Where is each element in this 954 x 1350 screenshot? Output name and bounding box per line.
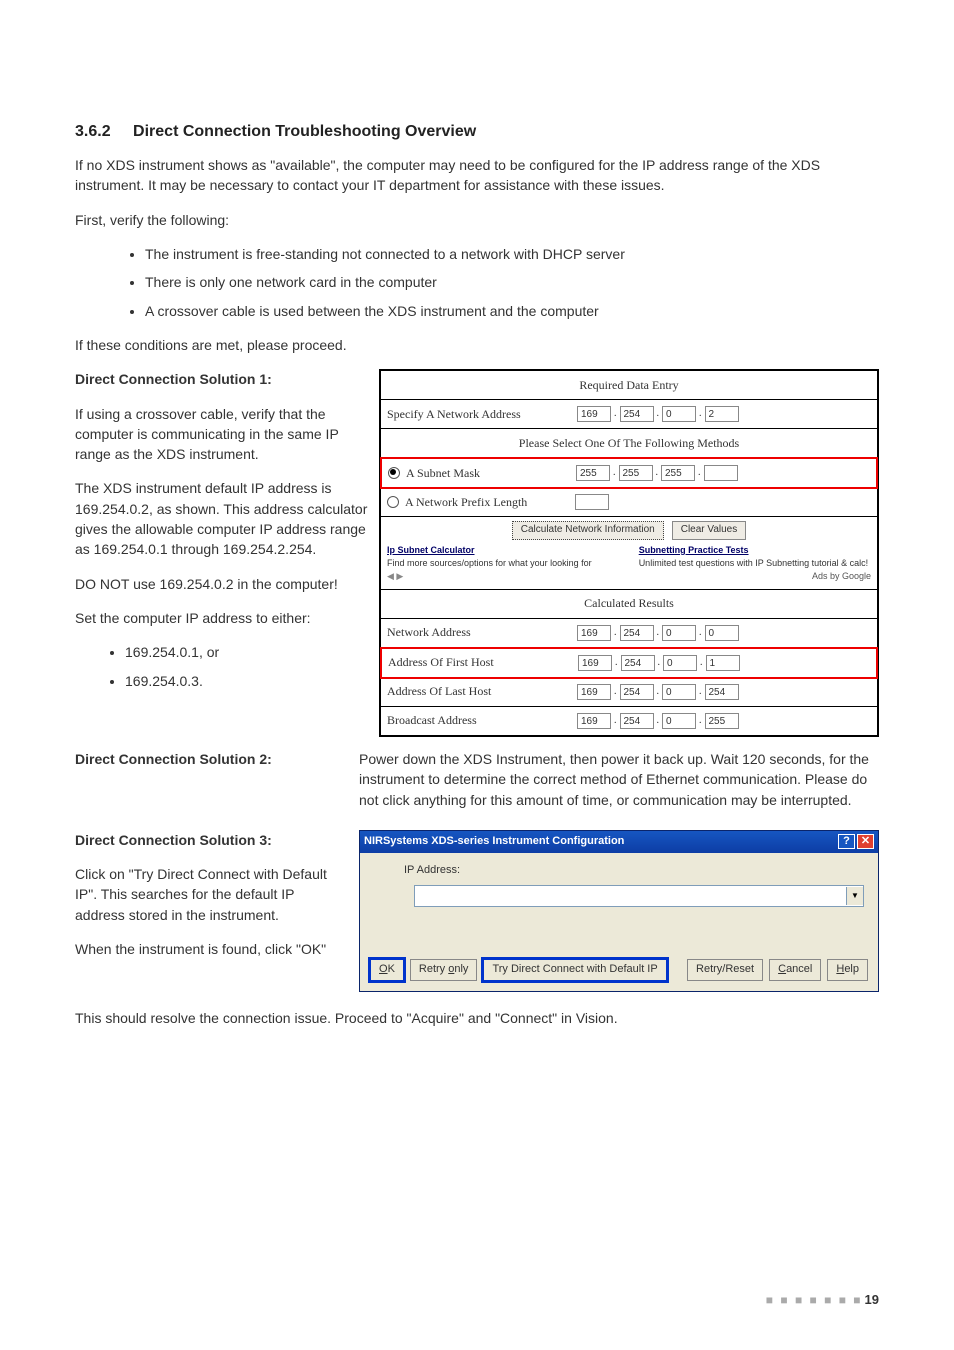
instrument-config-dialog: NIRSystems XDS-series Instrument Configu… <box>359 830 879 992</box>
octet-input[interactable]: 254 <box>620 406 654 422</box>
solution2-heading: Direct Connection Solution 2: <box>75 749 335 769</box>
octet-input[interactable]: 2 <box>705 406 739 422</box>
calc-header: Required Data Entry <box>381 371 877 400</box>
prefix-input[interactable] <box>575 494 609 510</box>
result-label: Network Address <box>387 624 577 641</box>
ads-by-google: Ads by Google <box>639 570 871 583</box>
intro-paragraph-1: If no XDS instrument shows as "available… <box>75 155 879 196</box>
ip-calculator-panel: Required Data Entry Specify A Network Ad… <box>379 369 879 737</box>
result-octet: 0 <box>662 684 696 700</box>
result-octet: 169 <box>577 684 611 700</box>
result-octet: 0 <box>705 625 739 641</box>
calc-subheader: Please Select One Of The Following Metho… <box>381 429 877 458</box>
retry-only-button[interactable]: Retry only <box>410 959 478 981</box>
calc-results-header: Calculated Results <box>381 590 877 619</box>
result-octet: 0 <box>662 625 696 641</box>
ad-link[interactable]: Subnetting Practice Tests <box>639 545 749 555</box>
ad-subtext: Find more sources/options for what your … <box>387 558 592 568</box>
result-octet: 254 <box>705 684 739 700</box>
page-number-dots: ■ ■ ■ ■ ■ ■ ■ <box>766 1292 863 1309</box>
list-item: 169.254.0.1, or <box>125 642 370 662</box>
list-item: There is only one network card in the co… <box>145 272 879 292</box>
subnet-mask-label: A Subnet Mask <box>406 465 576 482</box>
radio-prefix-length[interactable] <box>387 496 399 508</box>
prefix-length-label: A Network Prefix Length <box>405 494 575 511</box>
octet-input[interactable]: 255 <box>661 465 695 481</box>
help-button[interactable]: Help <box>827 959 868 981</box>
intro-paragraph-2: First, verify the following: <box>75 210 879 230</box>
section-number: 3.6.2 <box>75 123 111 140</box>
result-octet: 0 <box>663 655 697 671</box>
octet-input[interactable]: 0 <box>662 406 696 422</box>
result-octet: 169 <box>577 713 611 729</box>
retry-reset-button[interactable]: Retry/Reset <box>687 959 763 981</box>
list-item: 169.254.0.3. <box>125 671 370 691</box>
solution3-text: When the instrument is found, click "OK" <box>75 939 335 959</box>
result-label: Address Of Last Host <box>387 683 577 700</box>
clear-values-button[interactable]: Clear Values <box>672 521 747 540</box>
result-octet: 254 <box>620 684 654 700</box>
closing-paragraph: This should resolve the connection issue… <box>75 1008 879 1028</box>
cancel-button[interactable]: Cancel <box>769 959 821 981</box>
result-label: Broadcast Address <box>387 712 577 729</box>
ip-address-label: IP Address: <box>404 863 464 879</box>
page-number: ■ ■ ■ ■ ■ ■ ■ 19 <box>766 1291 879 1310</box>
result-octet: 169 <box>577 625 611 641</box>
ip-address-dropdown[interactable]: ▼ <box>414 885 864 907</box>
result-octet: 1 <box>706 655 740 671</box>
list-item: A crossover cable is used between the XD… <box>145 301 879 321</box>
specify-address-label: Specify A Network Address <box>387 406 577 423</box>
result-label: Address Of First Host <box>388 654 578 671</box>
ok-button[interactable]: OK <box>370 959 404 981</box>
octet-input[interactable]: 255 <box>576 465 610 481</box>
calculate-button[interactable]: Calculate Network Information <box>512 521 664 540</box>
ad-subtext: Unlimited test questions with IP Subnett… <box>639 558 868 568</box>
solution1-heading: Direct Connection Solution 1: <box>75 369 370 389</box>
solution1-text: The XDS instrument default IP address is… <box>75 478 370 559</box>
solution2-text: Power down the XDS Instrument, then powe… <box>359 749 879 810</box>
result-octet: 169 <box>578 655 612 671</box>
try-direct-connect-button[interactable]: Try Direct Connect with Default IP <box>483 959 666 981</box>
octet-input[interactable] <box>704 465 738 481</box>
dialog-title: NIRSystems XDS-series Instrument Configu… <box>364 834 624 850</box>
octet-input[interactable]: 255 <box>619 465 653 481</box>
octet-input[interactable]: 169 <box>577 406 611 422</box>
result-octet: 254 <box>620 713 654 729</box>
result-octet: 255 <box>705 713 739 729</box>
verify-list: The instrument is free-standing not conn… <box>75 244 879 321</box>
solution1-text: DO NOT use 169.254.0.2 in the computer! <box>75 574 370 594</box>
ad-nav-icon[interactable]: ◀ ▶ <box>387 571 403 581</box>
intro-paragraph-3: If these conditions are met, please proc… <box>75 335 879 355</box>
list-item: The instrument is free-standing not conn… <box>145 244 879 264</box>
solution1-text: Set the computer IP address to either: <box>75 608 370 628</box>
result-octet: 0 <box>662 713 696 729</box>
solution1-text: If using a crossover cable, verify that … <box>75 404 370 465</box>
chevron-down-icon: ▼ <box>846 887 863 905</box>
result-octet: 254 <box>621 655 655 671</box>
solution3-heading: Direct Connection Solution 3: <box>75 830 335 850</box>
help-icon[interactable]: ? <box>838 834 855 849</box>
radio-subnet-mask[interactable] <box>388 467 400 479</box>
result-octet: 254 <box>620 625 654 641</box>
close-icon[interactable]: ✕ <box>857 834 874 849</box>
solution3-text: Click on "Try Direct Connect with Defaul… <box>75 864 335 925</box>
section-heading: 3.6.2 Direct Connection Troubleshooting … <box>75 120 879 143</box>
ad-link[interactable]: Ip Subnet Calculator <box>387 545 475 555</box>
section-title: Direct Connection Troubleshooting Overvi… <box>133 123 476 140</box>
